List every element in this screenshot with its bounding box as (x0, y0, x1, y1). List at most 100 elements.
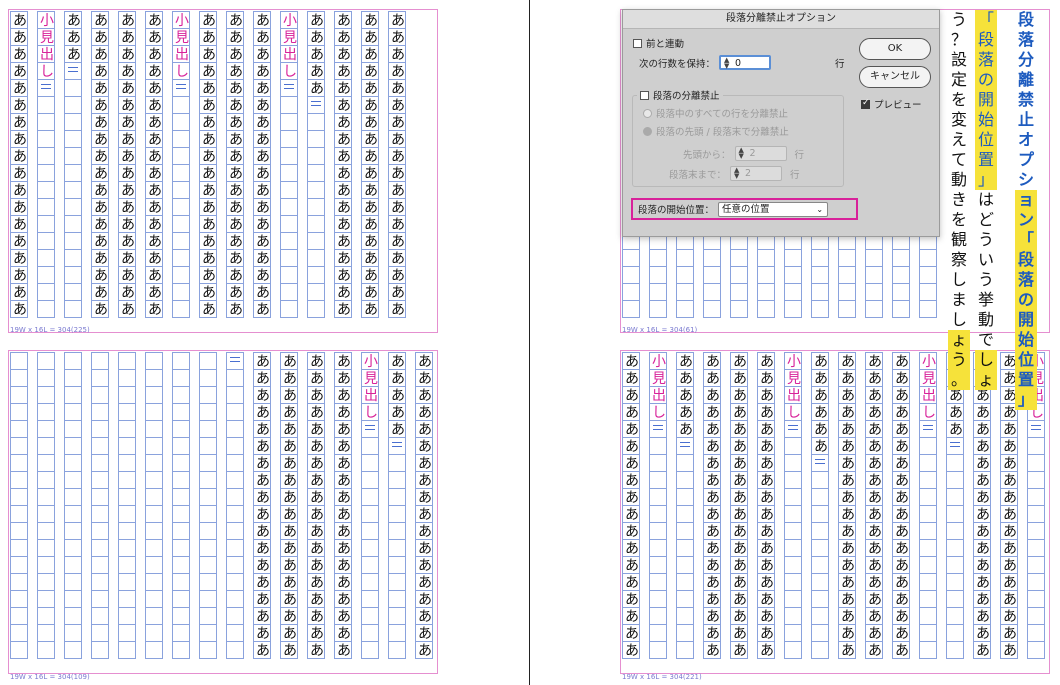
grid-cell (649, 437, 667, 455)
grid-cell (919, 573, 937, 591)
paragraph-mark-icon (1031, 425, 1041, 430)
heading-glyph: ョ (1015, 190, 1037, 210)
grid-cell (946, 641, 964, 659)
grid-cell (757, 266, 775, 284)
grid-cell: あ (622, 539, 640, 557)
grid-cell (388, 590, 406, 608)
grid-cell (280, 198, 298, 216)
grid-cell: あ (307, 369, 325, 387)
heading-glyph: の (975, 70, 997, 90)
grid-cell: あ (865, 607, 883, 625)
start-position-select[interactable]: 任意の位置 ⌄ (718, 201, 829, 217)
grid-cell: あ (811, 386, 829, 404)
grid-cell: あ (253, 386, 271, 404)
text-column: ああああああああああああああああああ (892, 352, 910, 659)
grid-cell: あ (730, 556, 748, 574)
start-end-radio[interactable] (643, 126, 652, 136)
end-lines-input[interactable]: ▲ ▼ 2 (730, 166, 783, 181)
heading-glyph: 」 (975, 170, 997, 190)
unit-label: 行 (835, 58, 845, 70)
grid-cell (37, 471, 55, 489)
grid-cell: あ (703, 539, 721, 557)
grid-cell (649, 590, 667, 608)
grid-cell: あ (118, 130, 136, 148)
grid-cell: あ (361, 11, 379, 29)
text-column: あああああ (307, 11, 325, 318)
text-column (118, 352, 136, 659)
text-column: ああああああああああああああああああ (622, 352, 640, 659)
grid-cell: あ (10, 28, 28, 46)
body-char: あ (121, 302, 135, 318)
grid-cell (172, 232, 190, 250)
grid-cell (280, 147, 298, 165)
grid-cell: あ (757, 505, 775, 523)
stepper-icon[interactable]: ▲ ▼ (734, 167, 739, 180)
grid-cell: あ (199, 28, 217, 46)
text-column: ああああああああああああああああああ (280, 352, 298, 659)
body-char: あ (256, 302, 270, 318)
grid-cell: あ (865, 471, 883, 489)
grid-cell (388, 539, 406, 557)
keep-with-next-input[interactable]: ▲ ▼ 0 (719, 55, 772, 70)
grid-cell: 小 (649, 352, 667, 370)
grid-cell (37, 79, 55, 97)
grid-cell: あ (280, 556, 298, 574)
grid-cell (946, 607, 964, 625)
grid-cell: あ (226, 79, 244, 97)
grid-cell: あ (253, 369, 271, 387)
grid-cell (145, 386, 163, 404)
grid-cell: あ (10, 11, 28, 29)
start-lines-input[interactable]: ▲ ▼ 2 (734, 146, 787, 161)
grid-cell (64, 471, 82, 489)
grid-cell: あ (253, 266, 271, 284)
grid-cell: あ (361, 164, 379, 182)
grid-cell: あ (865, 386, 883, 404)
grid-cell: あ (226, 11, 244, 29)
grid-cell: あ (145, 181, 163, 199)
body-char: あ (625, 643, 639, 659)
ok-button[interactable]: OK (859, 38, 931, 60)
grid-cell: あ (253, 300, 271, 318)
grid-cell (226, 352, 244, 370)
grid-cell: あ (973, 403, 991, 421)
grid-cell: あ (334, 420, 352, 438)
cancel-button[interactable]: キャンセル (859, 66, 931, 88)
paragraph-mark-icon (176, 84, 186, 89)
all-lines-radio[interactable] (643, 108, 652, 118)
body-char: あ (229, 302, 243, 318)
grid-cell: あ (145, 130, 163, 148)
grid-cell (307, 147, 325, 165)
grid-cell: あ (145, 232, 163, 250)
grid-cell (919, 420, 937, 438)
all-lines-option[interactable]: 段落中のすべての行を分離禁止 (643, 106, 788, 120)
stepper-icon[interactable]: ▲ ▼ (739, 147, 744, 160)
grid-cell (37, 539, 55, 557)
end-lines-row: 段落末まで： ▲ ▼ 2 行 (669, 166, 800, 181)
grid-cell (865, 283, 883, 301)
heading-glyph: 落 (1017, 30, 1034, 49)
text-column: ああああああああああああああああああ (415, 352, 433, 659)
keep-with-prev-option[interactable]: 前と連動 (633, 36, 684, 50)
grid-cell (784, 573, 802, 591)
grid-cell: あ (145, 266, 163, 284)
keep-lines-checkbox[interactable] (640, 90, 649, 100)
keep-lines-option[interactable]: 段落の分離禁止 (637, 88, 723, 102)
grid-cell (361, 590, 379, 608)
heading-glyph: を (950, 210, 967, 229)
start-end-option[interactable]: 段落の先頭 / 段落末で分離禁止 (643, 124, 789, 138)
grid-cell: あ (703, 386, 721, 404)
keep-with-prev-checkbox[interactable] (633, 38, 642, 48)
grid-cell (388, 556, 406, 574)
preview-option[interactable]: プレビュー (861, 97, 922, 111)
text-column: ああああああああああああああああああ (838, 352, 856, 659)
grid-cell: あ (838, 573, 856, 591)
stepper-icon[interactable]: ▲ ▼ (724, 57, 729, 70)
grid-cell: あ (118, 79, 136, 97)
grid-cell (280, 300, 298, 318)
preview-checkbox[interactable] (861, 98, 870, 109)
grid-cell (172, 352, 190, 370)
grid-cell: あ (892, 641, 910, 659)
grid-cell: あ (703, 369, 721, 387)
grid-cell: あ (811, 420, 829, 438)
grid-cell: あ (973, 488, 991, 506)
